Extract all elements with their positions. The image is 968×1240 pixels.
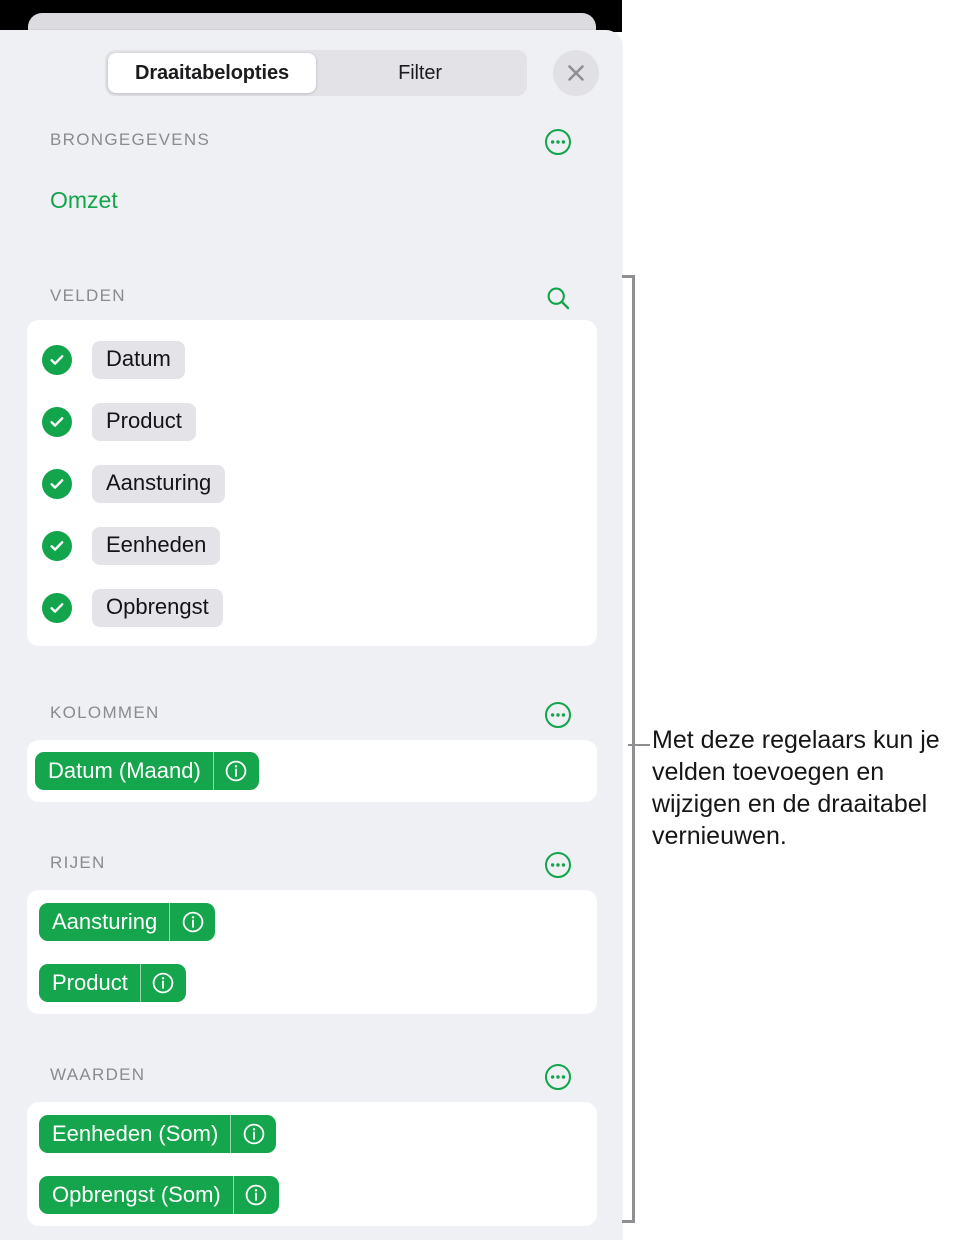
token-label: Eenheden (Som) <box>39 1115 232 1153</box>
segmented-control[interactable]: Draaitabelopties Filter <box>105 50 527 96</box>
section-header-values: WAARDEN <box>0 1064 622 1093</box>
field-label: Eenheden <box>92 527 221 565</box>
columns-more-options-button[interactable] <box>540 697 576 733</box>
field-label: Product <box>92 403 196 441</box>
token-label: Aansturing <box>39 903 171 941</box>
field-label: Datum <box>92 341 185 379</box>
info-button[interactable] <box>141 964 186 1002</box>
token-label: Product <box>39 964 141 1002</box>
section-title-fields: VELDEN <box>50 286 126 305</box>
info-icon <box>245 1184 267 1206</box>
more-options-icon <box>545 852 571 878</box>
checkmark-icon[interactable] <box>42 531 72 561</box>
section-header-columns: KOLOMMEN <box>0 702 622 731</box>
section-header-rows: RIJEN <box>0 852 622 881</box>
search-icon <box>547 287 570 310</box>
info-button[interactable] <box>234 1176 279 1214</box>
check-glyph <box>50 603 64 613</box>
check-glyph <box>50 355 64 365</box>
callout-leader-line <box>628 744 650 746</box>
field-label: Aansturing <box>92 465 226 503</box>
section-title-source: BRONGEGEVENS <box>50 130 211 149</box>
tab-filter[interactable]: Filter <box>316 53 524 93</box>
token-label: Opbrengst (Som) <box>39 1176 234 1214</box>
more-options-icon <box>545 702 571 728</box>
value-token-eenheden-som[interactable]: Eenheden (Som) <box>39 1115 277 1153</box>
section-title-rows: RIJEN <box>50 853 106 872</box>
callout-text: Met deze regelaars kun je velden toevoeg… <box>652 726 940 850</box>
info-button[interactable] <box>231 1115 276 1153</box>
columns-card: Datum (Maand) <box>27 740 597 802</box>
info-icon <box>153 972 174 994</box>
fields-card: Datum Product Aansturing Eenheden Opbren… <box>27 320 597 646</box>
close-button[interactable] <box>553 50 599 96</box>
close-icon <box>568 65 584 81</box>
info-icon <box>243 1123 265 1145</box>
checkmark-icon[interactable] <box>42 407 72 437</box>
source-data-name[interactable]: Omzet <box>50 187 118 214</box>
tab-draaitabelopties[interactable]: Draaitabelopties <box>108 53 316 93</box>
fields-search-button[interactable] <box>540 280 576 316</box>
field-row-eenheden[interactable]: Eenheden <box>27 524 221 568</box>
tab-filter-label: Filter <box>398 61 442 84</box>
field-row-product[interactable]: Product <box>27 400 196 444</box>
row-token-product[interactable]: Product <box>39 964 186 1002</box>
rows-card: Aansturing Product <box>27 890 597 1014</box>
token-label: Datum (Maand) <box>35 752 214 790</box>
more-options-icon <box>545 1064 571 1090</box>
checkmark-icon[interactable] <box>42 469 72 499</box>
info-button[interactable] <box>170 903 215 941</box>
bracket-tick-bottom <box>622 1220 635 1223</box>
field-row-aansturing[interactable]: Aansturing <box>27 462 226 506</box>
callout-bracket <box>622 275 640 1223</box>
field-row-opbrengst[interactable]: Opbrengst <box>27 586 223 630</box>
section-header-source: BRONGEGEVENS <box>0 129 622 158</box>
info-icon <box>182 911 203 933</box>
field-label: Opbrengst <box>92 589 223 627</box>
info-button[interactable] <box>214 752 259 790</box>
values-more-options-button[interactable] <box>540 1059 576 1095</box>
check-glyph <box>50 479 64 489</box>
screenshot-root: Draaitabelopties Filter BRONGEGEVENS Omz… <box>0 0 968 1240</box>
section-header-fields: VELDEN <box>0 286 622 314</box>
section-title-values: WAARDEN <box>50 1065 146 1084</box>
check-glyph <box>50 541 64 551</box>
source-more-options-button[interactable] <box>540 124 576 160</box>
checkmark-icon[interactable] <box>42 593 72 623</box>
popover-header: Draaitabelopties Filter <box>0 46 622 102</box>
check-glyph <box>50 417 64 427</box>
field-row-datum[interactable]: Datum <box>27 338 185 382</box>
rows-more-options-button[interactable] <box>540 847 576 883</box>
pivot-table-options-popover: Draaitabelopties Filter BRONGEGEVENS Omz… <box>0 30 622 1240</box>
values-card: Eenheden (Som) Opbrengst (Som) <box>27 1102 597 1226</box>
bracket-vertical-line <box>632 275 635 1223</box>
checkmark-icon[interactable] <box>42 345 72 375</box>
more-options-icon <box>545 129 571 155</box>
value-token-opbrengst-som[interactable]: Opbrengst (Som) <box>39 1176 279 1214</box>
info-icon <box>226 760 247 782</box>
row-token-aansturing[interactable]: Aansturing <box>39 903 216 941</box>
column-token-datum-maand[interactable]: Datum (Maand) <box>35 752 259 790</box>
tab-draaitabelopties-label: Draaitabelopties <box>134 61 289 84</box>
section-title-columns: KOLOMMEN <box>50 703 160 722</box>
